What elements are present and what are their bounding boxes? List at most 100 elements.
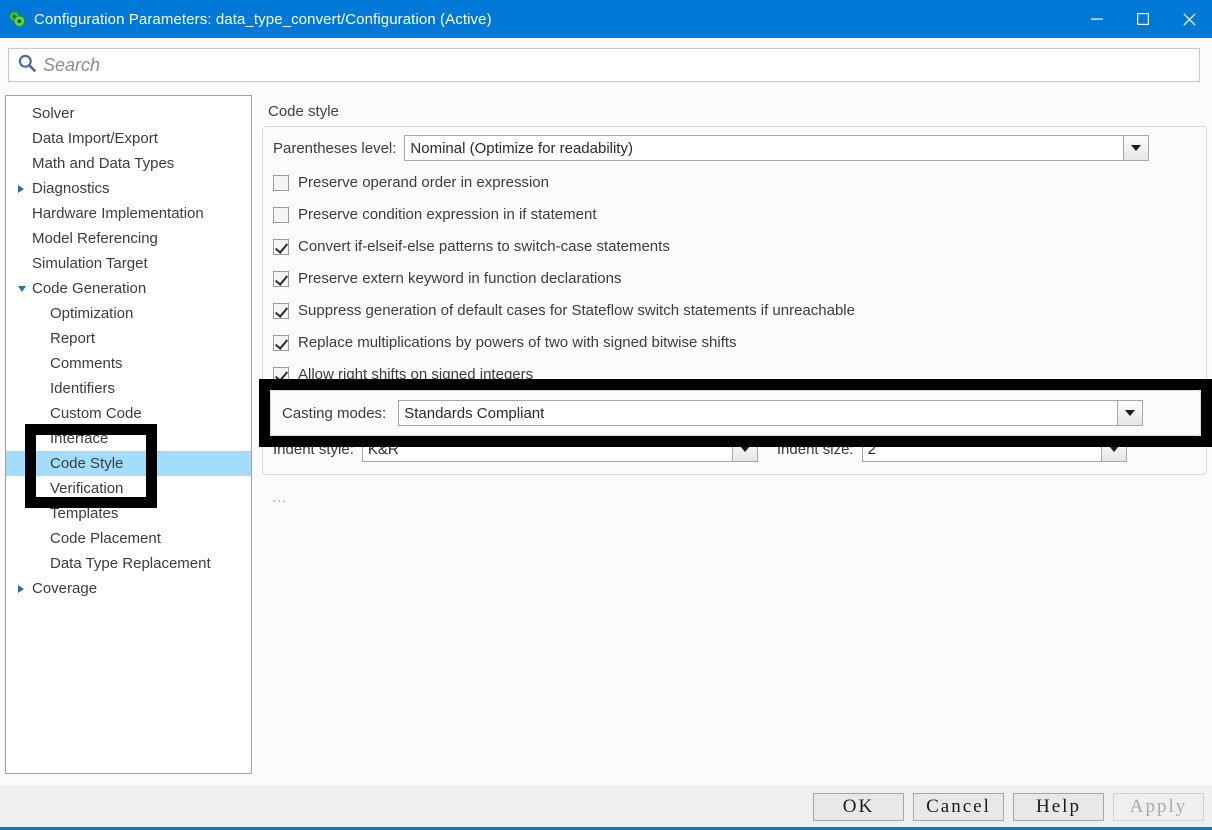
sidebar-item-label: Code Style xyxy=(50,455,124,472)
sidebar-item-model-referencing[interactable]: Model Referencing xyxy=(6,226,251,251)
search-row: Search xyxy=(0,38,1212,93)
sidebar-item-optimization[interactable]: Optimization xyxy=(6,301,251,326)
sidebar-item-label: Report xyxy=(50,330,96,347)
parentheses-level-value: Nominal (Optimize for readability) xyxy=(410,139,633,157)
sidebar-item-label: Code Placement xyxy=(50,530,161,547)
chevron-right-icon[interactable] xyxy=(18,184,24,193)
casting-modes-value: Standards Compliant xyxy=(404,404,545,422)
checkbox-checked-icon[interactable] xyxy=(273,334,289,351)
chevron-right-icon[interactable] xyxy=(18,584,24,593)
checkbox-row[interactable]: Preserve condition expression in if stat… xyxy=(273,202,1196,227)
simulink-config-icon xyxy=(8,10,26,28)
sidebar-item-code-placement[interactable]: Code Placement xyxy=(6,526,251,551)
chevron-down-icon[interactable] xyxy=(1100,436,1127,462)
code-style-section-title: Code style xyxy=(268,103,339,120)
sidebar-item-hardware-implementation[interactable]: Hardware Implementation xyxy=(6,201,251,226)
chevron-down-icon[interactable] xyxy=(1117,400,1144,426)
indent-size-dropdown[interactable]: 2 xyxy=(861,436,1127,462)
search-icon xyxy=(17,53,37,78)
indent-style-dropdown[interactable]: K&R xyxy=(361,436,758,462)
checkbox-row[interactable]: Suppress generation of default cases for… xyxy=(273,298,1196,323)
indentation-row: Indent style: K&R Indent size: 2 xyxy=(273,436,1196,462)
sidebar-item-identifiers[interactable]: Identifiers xyxy=(6,376,251,401)
indent-size-value: 2 xyxy=(867,440,876,458)
casting-modes-dropdown[interactable]: Standards Compliant xyxy=(398,400,1144,426)
cancel-button[interactable]: Cancel xyxy=(913,793,1004,821)
sidebar-item-data-type-replacement[interactable]: Data Type Replacement xyxy=(6,551,251,576)
chevron-down-icon[interactable] xyxy=(731,436,758,462)
more-options-ellipsis[interactable]: ... xyxy=(272,489,1207,506)
sidebar-item-label: Comments xyxy=(50,355,123,372)
checkbox-unchecked-icon[interactable] xyxy=(273,206,289,223)
search-placeholder: Search xyxy=(43,54,101,75)
sidebar-item-label: Identifiers xyxy=(50,380,116,397)
sidebar-item-label: Solver xyxy=(32,105,75,122)
sidebar-item-label: Model Referencing xyxy=(32,230,158,247)
dialog-button-bar: OK Cancel Help Apply xyxy=(813,793,1204,821)
indent-size-label: Indent size: xyxy=(776,440,854,458)
close-icon[interactable] xyxy=(1166,0,1212,38)
casting-modes-group: Casting modes: Standards Compliant xyxy=(270,390,1201,436)
chevron-down-icon[interactable] xyxy=(18,285,26,292)
sidebar-item-label: Custom Code xyxy=(50,405,142,422)
checkbox-row[interactable]: Allow right shifts on signed integers xyxy=(273,362,1196,387)
sidebar-item-diagnostics[interactable]: Diagnostics xyxy=(6,176,251,201)
indent-style-value: K&R xyxy=(367,440,399,458)
help-button[interactable]: Help xyxy=(1013,793,1104,821)
title-bar: Configuration Parameters: data_type_conv… xyxy=(0,0,1212,38)
sidebar-item-interface[interactable]: Interface xyxy=(6,426,251,451)
window-title: Configuration Parameters: data_type_conv… xyxy=(34,10,492,28)
settings-tree: Solver Data Import/Export Math and Data Ty… xyxy=(6,96,251,601)
parentheses-level-label: Parentheses level: xyxy=(273,139,397,157)
sidebar-item-math-and-data-types[interactable]: Math and Data Types xyxy=(6,151,251,176)
sidebar-item-label: Data Type Replacement xyxy=(50,555,211,572)
sidebar-item-code-style[interactable]: Code Style xyxy=(6,451,251,476)
checkbox-checked-icon[interactable] xyxy=(273,366,289,383)
sidebar-item-verification[interactable]: Verification xyxy=(6,476,251,501)
checkbox-label: Convert if-elseif-else patterns to switc… xyxy=(298,238,670,255)
sidebar-item-label: Verification xyxy=(50,480,124,497)
parentheses-level-row: Parentheses level: Nominal (Optimize for… xyxy=(273,135,1196,161)
sidebar-item-data-import-export[interactable]: Data Import/Export xyxy=(6,126,251,151)
sidebar-item-label: Diagnostics xyxy=(32,180,110,197)
checkbox-row[interactable]: Convert if-elseif-else patterns to switc… xyxy=(273,234,1196,259)
sidebar-item-label: Interface xyxy=(50,430,109,447)
sidebar-item-templates[interactable]: Templates xyxy=(6,501,251,526)
sidebar-item-label: Code Generation xyxy=(32,280,147,297)
ok-button[interactable]: OK xyxy=(813,793,904,821)
checkbox-row[interactable]: Replace multiplications by powers of two… xyxy=(273,330,1196,355)
indent-style-label: Indent style: xyxy=(273,440,354,458)
configuration-parameters-dialog: Configuration Parameters: data_type_conv… xyxy=(0,0,1212,830)
checkbox-checked-icon[interactable] xyxy=(273,238,289,255)
sidebar-item-simulation-target[interactable]: Simulation Target xyxy=(6,251,251,276)
checkbox-checked-icon[interactable] xyxy=(273,302,289,319)
checkbox-row[interactable]: Preserve extern keyword in function decl… xyxy=(273,266,1196,291)
parentheses-level-dropdown[interactable]: Nominal (Optimize for readability) xyxy=(404,135,1150,161)
checkbox-label: Suppress generation of default cases for… xyxy=(298,302,855,319)
window-controls xyxy=(1074,0,1212,38)
minimize-icon[interactable] xyxy=(1074,0,1120,38)
checkbox-checked-icon[interactable] xyxy=(273,270,289,287)
checkbox-label: Replace multiplications by powers of two… xyxy=(298,334,737,351)
chevron-down-icon[interactable] xyxy=(1123,135,1150,161)
sidebar-item-custom-code[interactable]: Custom Code xyxy=(6,401,251,426)
checkbox-label: Allow right shifts on signed integers xyxy=(298,366,534,383)
checkbox-label: Preserve condition expression in if stat… xyxy=(298,206,597,223)
sidebar-item-label: Simulation Target xyxy=(32,255,148,272)
sidebar-item-report[interactable]: Report xyxy=(6,326,251,351)
casting-modes-label: Casting modes: xyxy=(282,404,387,422)
checkbox-label: Preserve operand order in expression xyxy=(298,174,549,191)
search-input[interactable]: Search xyxy=(8,48,1200,82)
apply-button: Apply xyxy=(1113,793,1204,821)
sidebar-item-code-generation[interactable]: Code Generation xyxy=(6,276,251,301)
sidebar-item-comments[interactable]: Comments xyxy=(6,351,251,376)
sidebar-item-label: Data Import/Export xyxy=(32,130,158,147)
maximize-icon[interactable] xyxy=(1120,0,1166,38)
sidebar-item-solver[interactable]: Solver xyxy=(6,101,251,126)
sidebar-item-label: Hardware Implementation xyxy=(32,205,204,222)
settings-tree-panel[interactable]: Solver Data Import/Export Math and Data Ty… xyxy=(5,95,252,774)
sidebar-item-coverage[interactable]: Coverage xyxy=(6,576,251,601)
checkbox-unchecked-icon[interactable] xyxy=(273,174,289,191)
sidebar-item-label: Templates xyxy=(50,505,119,522)
checkbox-row[interactable]: Preserve operand order in expression xyxy=(273,170,1196,195)
